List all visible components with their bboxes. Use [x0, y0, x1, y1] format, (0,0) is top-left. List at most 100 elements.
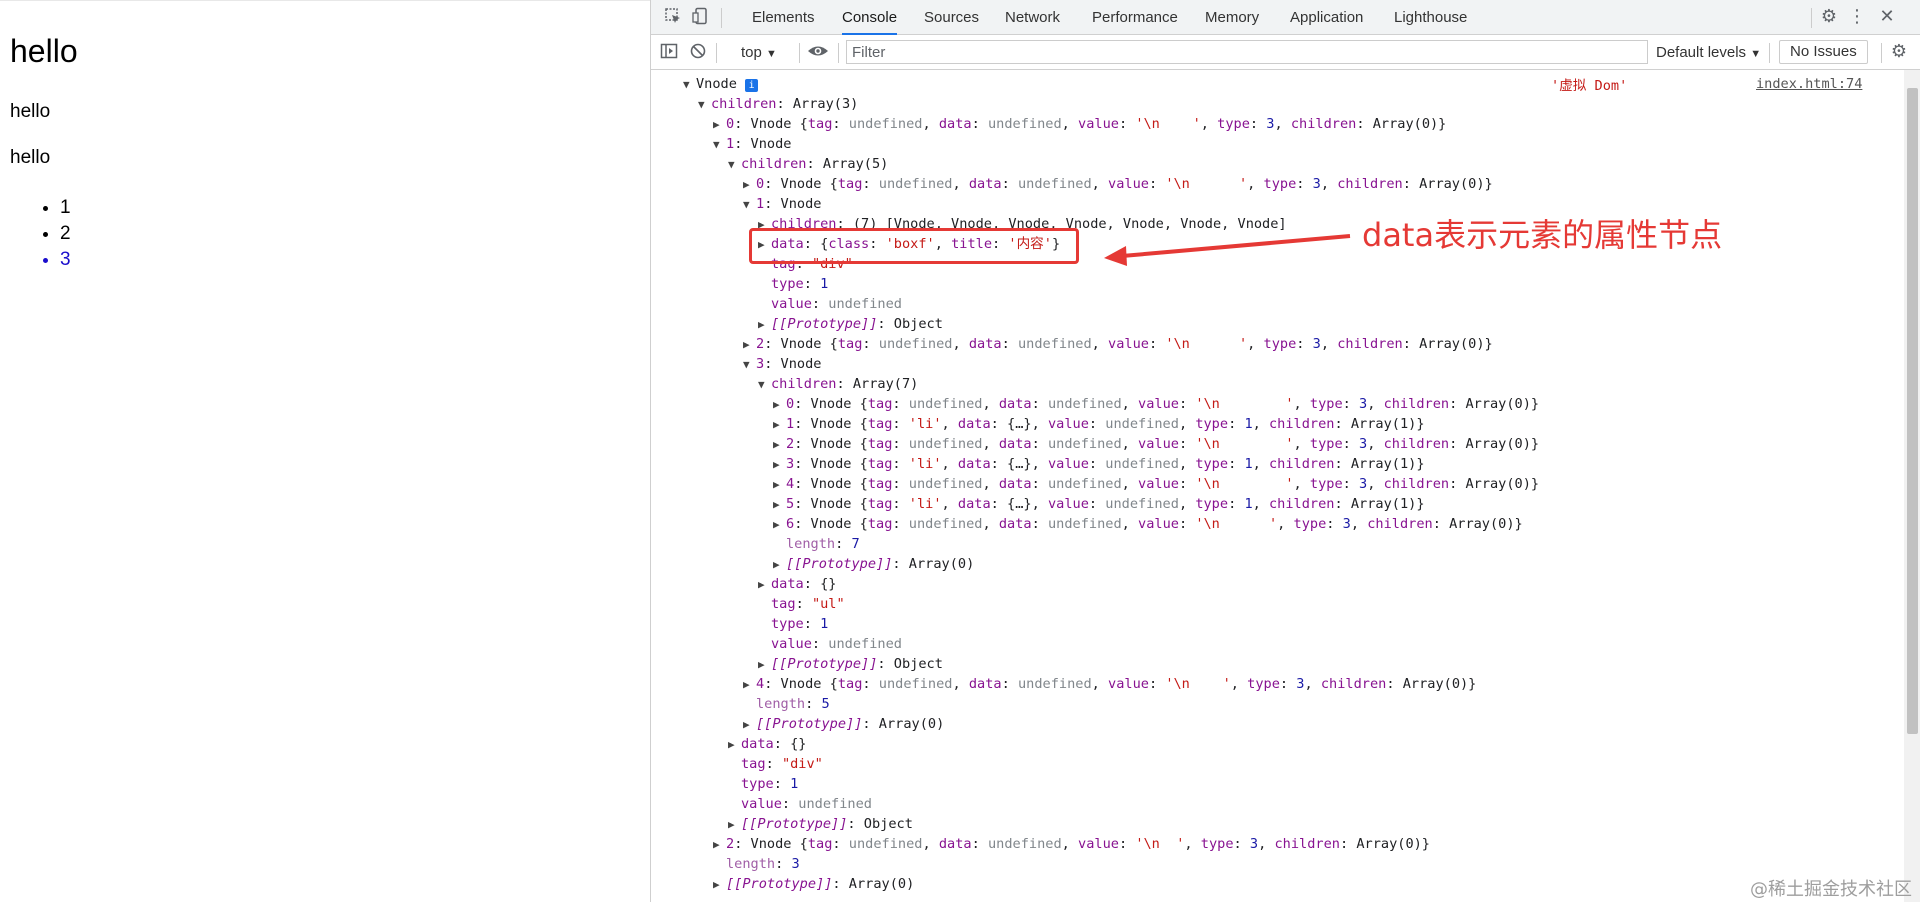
expanded-caret-icon[interactable]: ▼ [743, 355, 756, 375]
collapsed-caret-icon[interactable]: ▶ [773, 475, 786, 495]
page-heading: hello [10, 33, 78, 69]
console-settings-icon[interactable]: ⚙ [1889, 42, 1909, 62]
collapsed-caret-icon[interactable]: ▶ [743, 675, 756, 695]
console-tree-row[interactable]: ▶ 2: Vnode {tag: undefined, data: undefin… [773, 434, 1539, 454]
console-tree-text: [[Prototype]]: Object [771, 656, 943, 672]
scrollbar-thumb[interactable] [1907, 88, 1918, 734]
collapsed-caret-icon[interactable]: ▶ [728, 815, 741, 835]
console-tree-text: children: Array(5) [741, 156, 889, 172]
console-tree-row[interactable]: ▼ children: Array(5) [728, 154, 888, 174]
console-tree-row[interactable]: ▼ Vnode i [683, 74, 759, 95]
collapsed-caret-icon[interactable]: ▶ [773, 435, 786, 455]
filter-input[interactable] [846, 40, 1648, 64]
console-tree-row[interactable]: ▶ 6: Vnode {tag: undefined, data: undefin… [773, 514, 1523, 534]
expanded-caret-icon[interactable]: ▼ [743, 195, 756, 215]
clear-console-icon[interactable] [688, 42, 708, 62]
collapsed-caret-icon[interactable]: ▶ [773, 495, 786, 515]
expanded-caret-icon[interactable]: ▼ [728, 155, 741, 175]
collapsed-caret-icon[interactable]: ▶ [743, 335, 756, 355]
tab-elements[interactable]: Elements [752, 0, 815, 35]
console-tree-row[interactable]: ▶ 0: Vnode {tag: undefined, data: undefin… [743, 174, 1493, 194]
collapsed-caret-icon[interactable]: ▶ [773, 555, 786, 575]
console-tree-row[interactable]: ▶ 4: Vnode {tag: undefined, data: undefin… [773, 474, 1539, 494]
console-tree-row[interactable]: ▼ 3: Vnode [743, 354, 821, 374]
console-tree-row[interactable]: ▶ 5: Vnode {tag: 'li', data: {…}, value: … [773, 494, 1425, 514]
console-message-label: '虚拟 Dom' [1551, 78, 1628, 94]
console-tree-row[interactable]: ▼ 1: Vnode [743, 194, 821, 214]
console-tree-row[interactable]: ▶ 0: Vnode {tag: undefined, data: undefin… [713, 114, 1446, 134]
tab-console[interactable]: Console [842, 0, 898, 35]
tab-network[interactable]: Network [1005, 0, 1060, 35]
log-levels-dropdown[interactable]: Default levels ▼ [1656, 35, 1761, 70]
more-icon[interactable]: ⋮ [1847, 7, 1867, 27]
console-tree-text: 2: Vnode {tag: undefined, data: undefine… [786, 436, 1540, 452]
list-item: 3 [60, 247, 71, 273]
collapsed-caret-icon[interactable]: ▶ [743, 715, 756, 735]
collapsed-caret-icon[interactable]: ▶ [713, 115, 726, 135]
console-toolbar: top ▼ Default levels ▼ No Issues ⚙ [651, 35, 1920, 70]
expanded-caret-icon[interactable]: ▼ [713, 135, 726, 155]
console-tree-row[interactable]: ▼ 1: Vnode [713, 134, 791, 154]
expanded-caret-icon[interactable]: ▼ [683, 75, 696, 95]
console-tree-text: length: 7 [786, 536, 860, 552]
eye-icon[interactable] [803, 42, 833, 62]
console-tree-row[interactable]: ▶ 2: Vnode {tag: undefined, data: undefin… [743, 334, 1493, 354]
issues-button[interactable]: No Issues [1779, 40, 1868, 64]
collapsed-caret-icon[interactable]: ▶ [758, 655, 771, 675]
expanded-caret-icon[interactable]: ▼ [698, 95, 711, 115]
expanded-caret-icon[interactable]: ▼ [758, 375, 771, 395]
console-tree-text: value: undefined [741, 796, 872, 812]
log-levels-label: Default levels [1656, 44, 1747, 61]
console-tree-text: children: Array(7) [771, 376, 919, 392]
console-tree-text: children: Array(3) [711, 96, 859, 112]
list-item: 2 [60, 221, 71, 247]
console-tree-row[interactable]: ▶ [[Prototype]]: Array(0) [743, 714, 944, 734]
console-tree-row[interactable]: ▶ [[Prototype]]: Array(0) [773, 554, 974, 574]
console-tree-row[interactable]: ▶ data: {} [758, 574, 837, 594]
tab-lighthouse[interactable]: Lighthouse [1394, 0, 1467, 35]
tab-sources[interactable]: Sources [924, 0, 979, 35]
sidebar-toggle-icon[interactable] [659, 42, 679, 62]
settings-icon[interactable]: ⚙ [1819, 7, 1839, 27]
close-icon[interactable]: ✕ [1877, 7, 1897, 27]
console-tree-row[interactable]: ▶ data: {} [728, 734, 807, 754]
console-tree-row[interactable]: ▶ [[Prototype]]: Array(0) [713, 874, 914, 894]
annotation-text: data表示元素的属性节点 [1362, 216, 1723, 254]
console-tree-row[interactable]: ▼ children: Array(7) [758, 374, 918, 394]
console-tree-row[interactable]: ▶ 1: Vnode {tag: 'li', data: {…}, value: … [773, 414, 1425, 434]
console-tree-row[interactable]: ▶ 3: Vnode {tag: 'li', data: {…}, value: … [773, 454, 1425, 474]
console-tree-row[interactable]: ▶ [[Prototype]]: Object [758, 314, 943, 334]
console-tree-row[interactable]: ▶ [[Prototype]]: Object [728, 814, 913, 834]
collapsed-caret-icon[interactable]: ▶ [743, 175, 756, 195]
collapsed-caret-icon[interactable]: ▶ [773, 455, 786, 475]
collapsed-caret-icon[interactable]: ▶ [728, 735, 741, 755]
console-tree-row[interactable]: ▶ 2: Vnode {tag: undefined, data: undefin… [713, 834, 1430, 854]
tab-memory[interactable]: Memory [1205, 0, 1259, 35]
console-tree-text: [[Prototype]]: Object [771, 316, 943, 332]
tab-application[interactable]: Application [1290, 0, 1363, 35]
collapsed-caret-icon[interactable]: ▶ [713, 835, 726, 855]
collapsed-caret-icon[interactable]: ▶ [773, 415, 786, 435]
collapsed-caret-icon[interactable]: ▶ [758, 575, 771, 595]
console-tree-row[interactable]: ▶ [[Prototype]]: Object [758, 654, 943, 674]
console-tree-row[interactable]: ▶ 4: Vnode {tag: undefined, data: undefin… [743, 674, 1476, 694]
console-tree-row: length: 5 [743, 694, 830, 714]
context-label: top [741, 44, 762, 61]
source-link[interactable]: index.html:74 [1756, 74, 1862, 94]
toolbar-divider [1769, 43, 1770, 63]
console-tree-text: type: 1 [771, 276, 829, 292]
inspect-icon[interactable] [663, 7, 683, 27]
console-tree-row[interactable]: ▶ 0: Vnode {tag: undefined, data: undefin… [773, 394, 1539, 414]
console-tree-text: 5: Vnode {tag: 'li', data: {…}, value: u… [786, 496, 1425, 512]
collapsed-caret-icon[interactable]: ▶ [713, 875, 726, 895]
collapsed-caret-icon[interactable]: ▶ [773, 515, 786, 535]
collapsed-caret-icon[interactable]: ▶ [758, 315, 771, 335]
dropdown-arrow-icon: ▼ [766, 48, 777, 60]
toolbar-divider [799, 43, 800, 63]
tab-performance[interactable]: Performance [1092, 0, 1178, 35]
context-selector[interactable]: top ▼ [741, 35, 777, 70]
console-tree-row: type: 1 [758, 274, 828, 294]
collapsed-caret-icon[interactable]: ▶ [773, 395, 786, 415]
console-tree-row[interactable]: ▼ children: Array(3) [698, 94, 858, 114]
device-toolbar-icon[interactable] [691, 7, 711, 27]
